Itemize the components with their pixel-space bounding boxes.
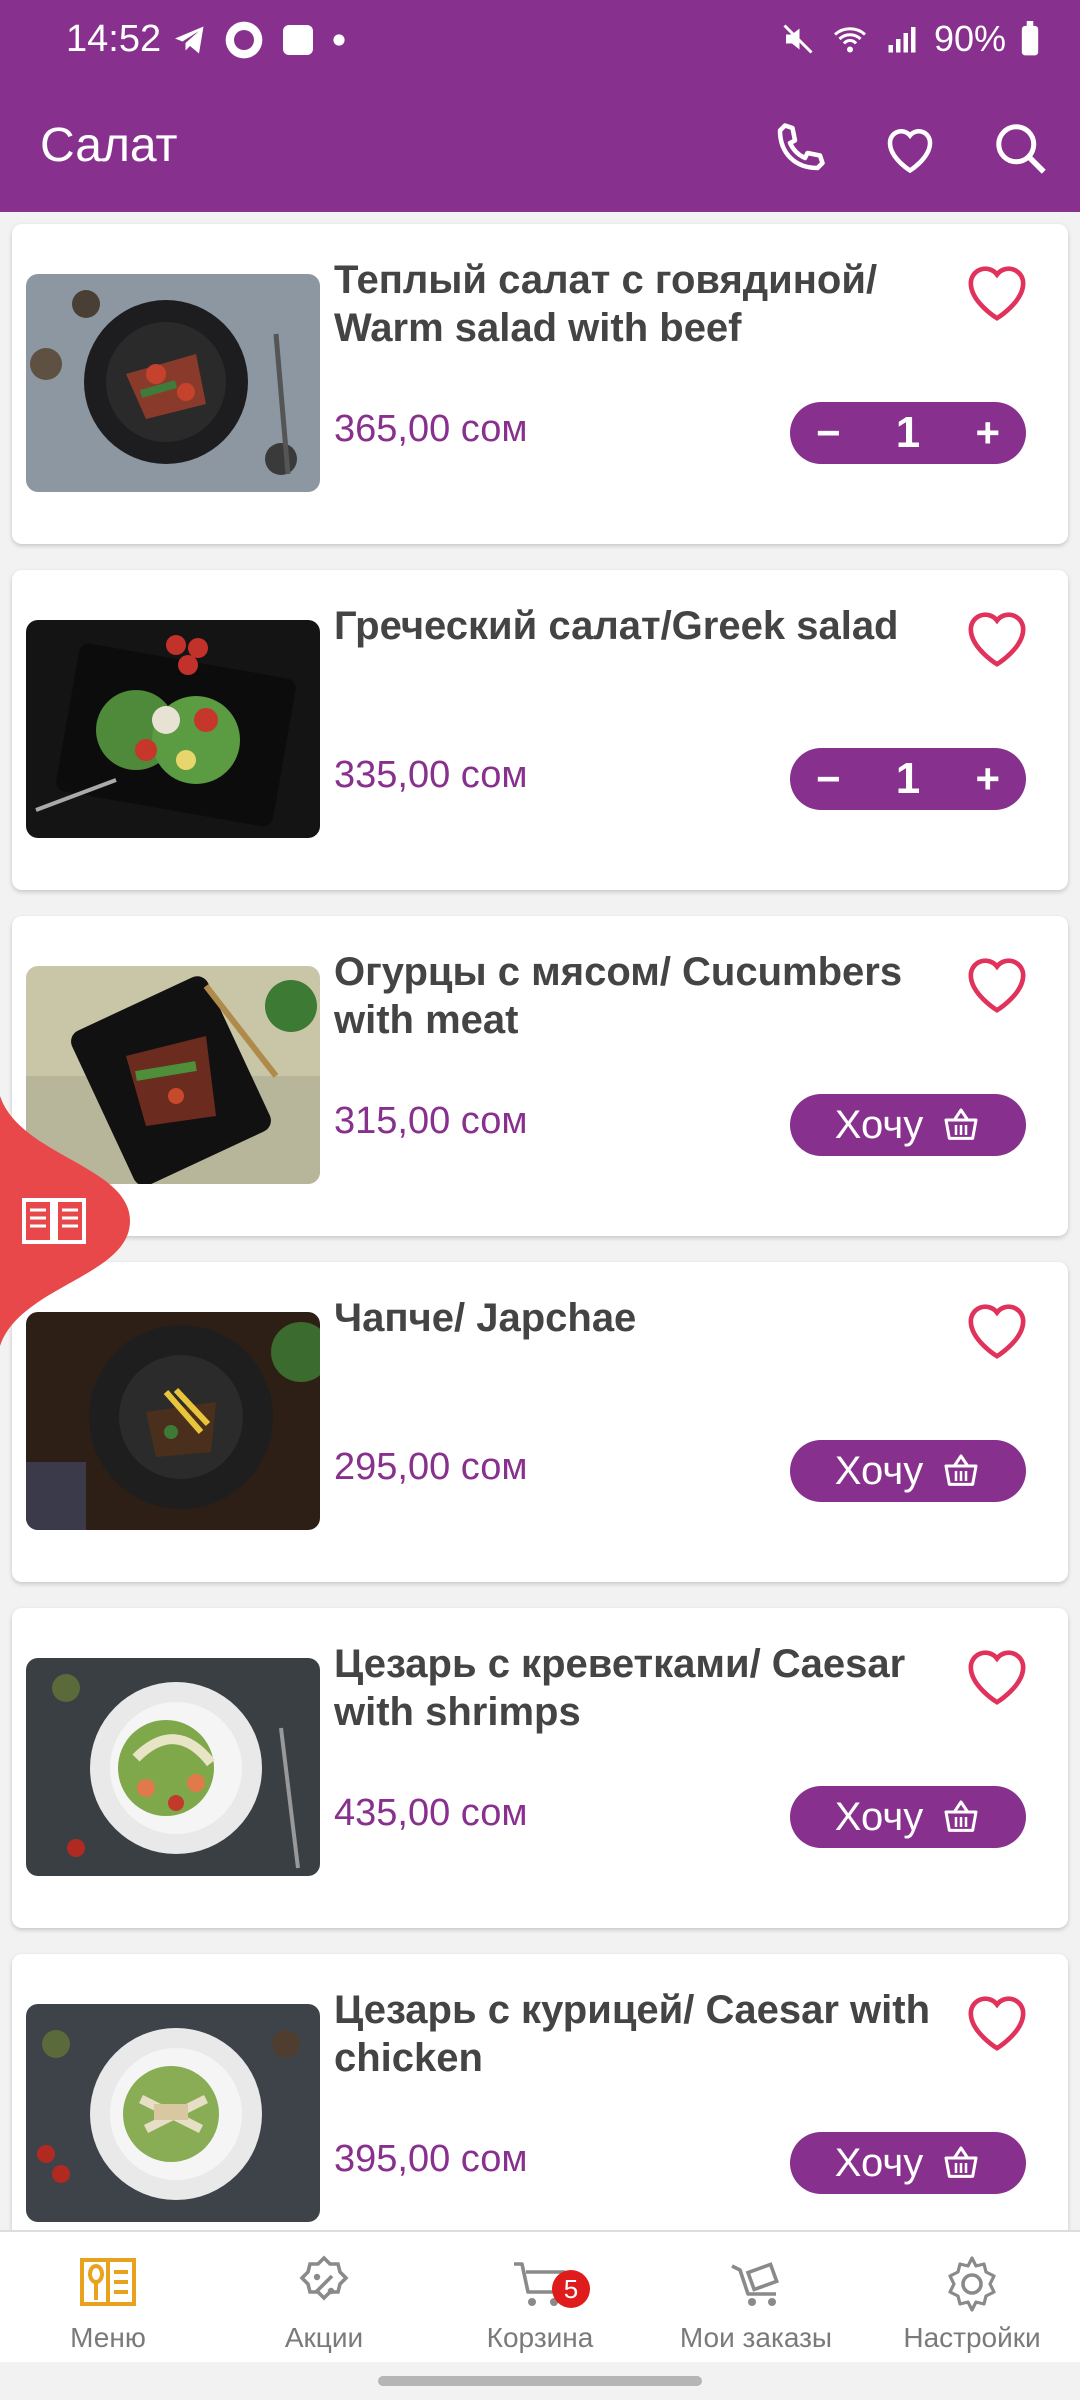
product-name: Греческий салат/Greek salad xyxy=(334,604,899,648)
increase-button[interactable]: + xyxy=(975,758,1000,800)
product-name: Огурцы с мясом/ Cucumbers with meat xyxy=(334,950,903,1042)
product-name: Чапче/ Japchae xyxy=(334,1296,637,1340)
nav-tab-settings[interactable]: Настройки xyxy=(864,2232,1080,2362)
product-card[interactable]: Греческий салат/Greek salad 335,00 сом −… xyxy=(12,570,1068,890)
status-time: 14:52 xyxy=(66,18,162,60)
product-name: Цезарь с креветками/ Caesar with shrimps xyxy=(334,1642,906,1734)
phone-icon[interactable] xyxy=(770,118,830,178)
nav-tab-promotions[interactable]: Акции xyxy=(216,2232,432,2362)
favorites-icon[interactable] xyxy=(880,118,940,178)
discount-icon xyxy=(299,2255,349,2301)
orders-cart-icon xyxy=(731,2262,780,2306)
wifi-icon xyxy=(833,27,866,53)
page-title: Салат xyxy=(40,119,178,172)
quantity-stepper[interactable]: − 1 + xyxy=(790,402,1026,464)
nav-tab-menu[interactable]: Меню xyxy=(0,2232,216,2362)
quantity-value: 1 xyxy=(895,408,921,457)
product-image-warm-salad[interactable] xyxy=(26,274,320,492)
nav-tab-my-orders[interactable]: Мои заказы xyxy=(648,2232,864,2362)
app-bar: Салат xyxy=(0,80,1080,212)
want-label: Хочу xyxy=(834,1794,924,1839)
basket-icon xyxy=(944,2146,978,2178)
product-card[interactable]: Чапче/ Japchae 295,00 сом Хочу xyxy=(12,1262,1068,1582)
product-image-caesar-shrimps[interactable] xyxy=(26,1658,320,1876)
nav-tab-cart[interactable]: 5 Корзина xyxy=(432,2232,648,2362)
product-price: 365,00 сом xyxy=(334,408,528,450)
product-card[interactable]: Цезарь с креветками/ Caesar with shrimps… xyxy=(12,1608,1068,1928)
notification-icons xyxy=(172,20,346,60)
product-card[interactable]: Теплый салат с говядиной/ Warm salad wit… xyxy=(12,224,1068,544)
nav-label: Настройки xyxy=(903,2322,1041,2353)
product-price: 435,00 сом xyxy=(334,1792,528,1834)
floating-menu-tab[interactable] xyxy=(0,1096,130,1346)
heart-icon[interactable] xyxy=(962,952,1032,1016)
heart-icon[interactable] xyxy=(962,1644,1032,1708)
system-home-bar xyxy=(0,2362,1080,2400)
nav-label: Мои заказы xyxy=(679,2322,833,2353)
heart-icon[interactable] xyxy=(962,1298,1032,1362)
nav-label: Меню xyxy=(70,2322,146,2353)
basket-icon xyxy=(944,1800,978,1832)
cart-badge: 5 xyxy=(552,2270,590,2308)
signal-icon xyxy=(888,27,916,53)
nav-label: Корзина xyxy=(486,2322,594,2353)
product-card[interactable]: Цезарь с курицей/ Caesar with chicken 39… xyxy=(12,1954,1068,2274)
product-list: Теплый салат с говядиной/ Warm salad wit… xyxy=(12,224,1068,2300)
image-notification-icon xyxy=(283,25,313,55)
product-price: 395,00 сом xyxy=(334,2138,528,2180)
dot-icon xyxy=(333,34,345,46)
battery-text: 90% xyxy=(933,18,1006,59)
menu-book-icon xyxy=(80,2258,136,2306)
app-notification-icon xyxy=(225,21,263,59)
product-name: Цезарь с курицей/ Caesar with chicken xyxy=(334,1988,930,2080)
quantity-stepper[interactable]: − 1 + xyxy=(790,748,1026,810)
product-image-greek-salad[interactable] xyxy=(26,620,320,838)
basket-icon xyxy=(944,1454,978,1486)
system-icons: 90% xyxy=(780,18,1040,60)
want-button[interactable]: Хочу xyxy=(790,1094,1026,1156)
product-price: 335,00 сом xyxy=(334,754,528,796)
home-indicator[interactable] xyxy=(378,2376,702,2386)
product-price: 315,00 сом xyxy=(334,1100,528,1142)
heart-icon[interactable] xyxy=(962,260,1032,324)
heart-icon[interactable] xyxy=(962,1990,1032,2054)
increase-button[interactable]: + xyxy=(975,412,1000,454)
gear-icon xyxy=(948,2256,996,2312)
nav-label: Акции xyxy=(284,2322,364,2353)
basket-icon xyxy=(944,1108,978,1140)
telegram-icon xyxy=(175,26,204,54)
mute-icon xyxy=(783,24,813,54)
want-label: Хочу xyxy=(834,1102,924,1147)
want-button[interactable]: Хочу xyxy=(790,1786,1026,1848)
decrease-button[interactable]: − xyxy=(816,758,841,800)
product-price: 295,00 сом xyxy=(334,1446,528,1488)
battery-icon xyxy=(1021,21,1039,56)
want-label: Хочу xyxy=(834,1448,924,1493)
decrease-button[interactable]: − xyxy=(816,412,841,454)
want-label: Хочу xyxy=(834,2140,924,2185)
product-name: Теплый салат с говядиной/ Warm salad wit… xyxy=(334,258,878,350)
want-button[interactable]: Хочу xyxy=(790,1440,1026,1502)
quantity-value: 1 xyxy=(895,754,921,803)
search-icon[interactable] xyxy=(990,118,1050,178)
status-bar: 14:52 90% xyxy=(0,0,1080,80)
product-card[interactable]: Огурцы с мясом/ Cucumbers with meat 315,… xyxy=(12,916,1068,1236)
heart-icon[interactable] xyxy=(962,606,1032,670)
product-image-caesar-chicken[interactable] xyxy=(26,2004,320,2222)
bottom-navigation: Меню Акции 5 Корзина Мои заказы Настройк… xyxy=(0,2230,1080,2362)
want-button[interactable]: Хочу xyxy=(790,2132,1026,2194)
